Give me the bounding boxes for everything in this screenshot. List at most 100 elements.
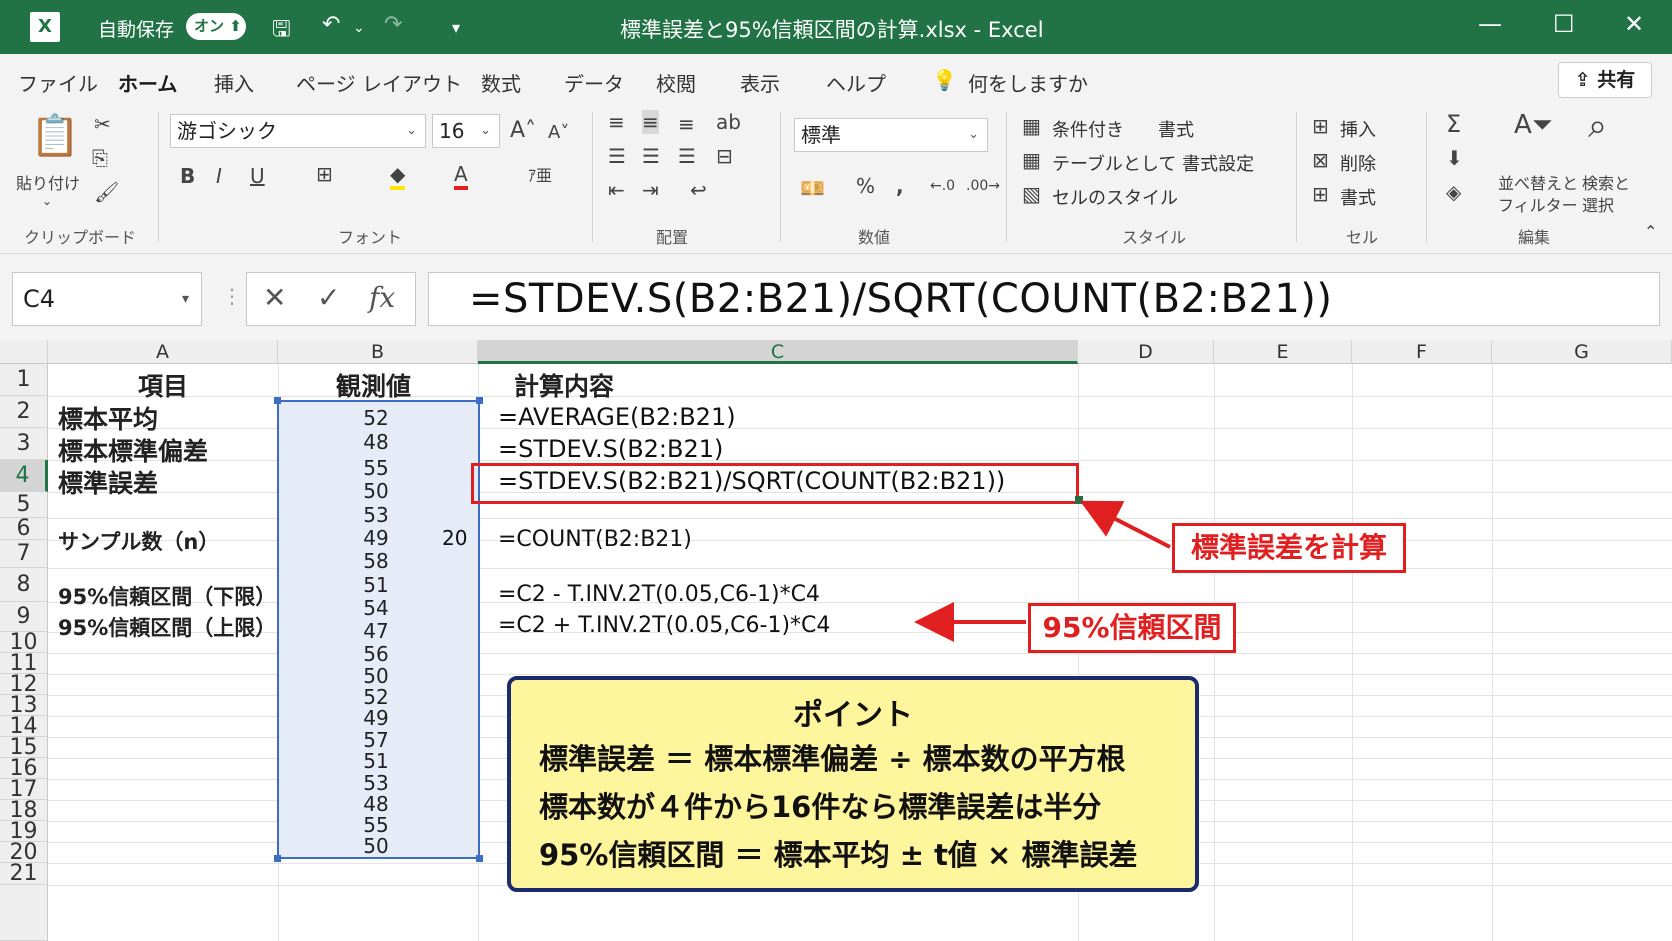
cell-styles-button[interactable]: セルのスタイル <box>1052 184 1178 210</box>
decrease-indent-icon[interactable]: ⇤ <box>608 178 625 202</box>
format-as-table-button[interactable]: テーブルとして 書式設定 <box>1052 150 1254 176</box>
maximize-icon[interactable]: ☐ <box>1553 10 1575 38</box>
percent-icon[interactable]: % <box>856 174 875 198</box>
row-header-21[interactable]: 21 <box>0 863 48 885</box>
name-box[interactable]: C4 ▾ <box>12 272 202 326</box>
cancel-icon[interactable]: ✕ <box>263 281 286 314</box>
enter-check-icon[interactable]: ✓ <box>317 281 340 314</box>
cell-b8[interactable]: 58 <box>300 549 452 573</box>
sort-filter-label-1[interactable]: 並べ替えと <box>1498 170 1578 194</box>
increase-decimal-icon[interactable]: ←.0 <box>930 178 955 194</box>
conditional-format-label[interactable]: 書式 <box>1158 116 1194 142</box>
selection-handle[interactable] <box>274 855 281 862</box>
column-header-d[interactable]: D <box>1078 340 1214 364</box>
align-right-icon[interactable]: ☰ <box>678 144 696 168</box>
delete-cells-button[interactable]: 削除 <box>1340 150 1376 176</box>
row-header-16[interactable]: 16 <box>0 758 48 780</box>
fill-color-icon[interactable]: ◆ <box>390 162 406 190</box>
tab-data[interactable]: データ <box>564 68 624 97</box>
align-middle-icon[interactable]: ≡ <box>642 110 659 134</box>
font-name-combo[interactable]: 游ゴシック ⌄ <box>170 114 426 148</box>
cell-b6[interactable]: 53 <box>300 503 452 527</box>
cell-b2[interactable]: 52 <box>300 406 452 430</box>
row-header-2[interactable]: 2 <box>0 396 48 428</box>
bold-icon[interactable]: B <box>180 164 195 188</box>
row-header-19[interactable]: 19 <box>0 821 48 843</box>
find-select-icon[interactable]: ⌕ <box>1588 106 1607 146</box>
cell-a8[interactable]: 95%信頼区間（下限） <box>58 581 276 611</box>
collapse-ribbon-icon[interactable]: ⌃ <box>1644 222 1657 241</box>
tab-help[interactable]: ヘルプ <box>826 68 886 97</box>
comma-style-icon[interactable]: , <box>896 174 904 198</box>
find-select-label-1[interactable]: 検索と <box>1582 170 1630 194</box>
sort-filter-icon[interactable]: A⏷ <box>1514 110 1553 141</box>
row-header-11[interactable]: 11 <box>0 653 48 675</box>
selection-handle[interactable] <box>476 855 483 862</box>
cell-c6[interactable]: =COUNT(B2:B21) <box>498 527 692 552</box>
cell-a2[interactable]: 標本平均 <box>58 400 158 436</box>
find-select-label-2[interactable]: 選択 <box>1582 192 1614 216</box>
tell-me-search[interactable]: 何をしますか <box>968 68 1088 97</box>
italic-icon[interactable]: I <box>216 164 222 188</box>
increase-indent-icon[interactable]: ⇥ <box>642 178 659 202</box>
column-header-c[interactable]: C <box>478 340 1078 364</box>
select-all-corner[interactable] <box>0 340 48 364</box>
column-header-b[interactable]: B <box>278 340 478 364</box>
row-header-14[interactable]: 14 <box>0 716 48 738</box>
cell-b7[interactable]: 49 <box>300 526 452 550</box>
undo-icon[interactable]: ↶ <box>322 12 340 37</box>
cell-b4[interactable]: 55 <box>300 456 452 480</box>
row-header-8[interactable]: 8 <box>0 568 48 602</box>
cell-a1[interactable]: 項目 <box>138 367 188 403</box>
cell-c1[interactable]: 計算内容 <box>514 367 614 403</box>
fill-icon[interactable]: ⬇ <box>1446 146 1463 170</box>
fill-handle[interactable] <box>1075 496 1083 504</box>
copy-icon[interactable]: ⎘ <box>92 146 108 170</box>
cell-b21[interactable]: 50 <box>300 834 452 858</box>
font-color-icon[interactable]: A <box>454 162 468 190</box>
font-size-combo[interactable]: 16 ⌄ <box>432 114 500 148</box>
tab-view[interactable]: 表示 <box>740 68 780 97</box>
column-header-e[interactable]: E <box>1214 340 1352 364</box>
wrap-text-icon[interactable]: ↩ <box>690 178 707 202</box>
cell-b3[interactable]: 48 <box>300 430 452 454</box>
undo-dropdown-icon[interactable]: ⌄ <box>353 20 365 36</box>
selection-handle[interactable] <box>476 397 483 404</box>
sort-filter-label-2[interactable]: フィルター <box>1498 192 1578 216</box>
row-header-3[interactable]: 3 <box>0 428 48 460</box>
close-icon[interactable]: ✕ <box>1624 10 1644 38</box>
cell-c2[interactable]: =AVERAGE(B2:B21) <box>498 403 736 431</box>
cell-a9[interactable]: 95%信頼区間（上限） <box>58 612 276 642</box>
autosum-icon[interactable]: Σ <box>1446 110 1461 138</box>
decrease-decimal-icon[interactable]: .00→ <box>966 178 1000 194</box>
cell-c3[interactable]: =STDEV.S(B2:B21) <box>498 435 723 463</box>
conditional-formatting-button[interactable]: 条件付き <box>1052 116 1124 142</box>
align-top-icon[interactable]: ≡ <box>608 110 625 134</box>
row-header-13[interactable]: 13 <box>0 695 48 717</box>
orientation-icon[interactable]: ab <box>716 110 741 134</box>
shrink-font-icon[interactable]: A˅ <box>548 122 569 143</box>
formula-bar-grip-icon[interactable]: ⋮ <box>222 284 242 308</box>
number-format-combo[interactable]: 標準 ⌄ <box>794 118 988 152</box>
column-header-g[interactable]: G <box>1492 340 1672 364</box>
cell-b12[interactable]: 56 <box>300 642 452 666</box>
cell-b5[interactable]: 50 <box>300 479 452 503</box>
row-header-17[interactable]: 17 <box>0 779 48 801</box>
column-header-f[interactable]: F <box>1352 340 1492 364</box>
save-icon[interactable]: 🖫 <box>272 12 291 50</box>
row-header-12[interactable]: 12 <box>0 674 48 696</box>
cell-b11[interactable]: 47 <box>300 619 452 643</box>
cell-b10[interactable]: 54 <box>300 596 452 620</box>
cell-a3[interactable]: 標本標準偏差 <box>58 432 208 468</box>
autosave-toggle[interactable]: オン ⬆ <box>186 13 246 40</box>
selection-handle[interactable] <box>274 397 281 404</box>
insert-function-icon[interactable]: fx <box>369 281 395 314</box>
currency-icon[interactable]: 💴 <box>800 176 825 200</box>
paste-icon[interactable]: 📋 <box>30 112 80 159</box>
paste-label[interactable]: 貼り付け <box>16 170 80 194</box>
row-header-4[interactable]: 4 <box>0 460 48 492</box>
row-header-6[interactable]: 6 <box>0 518 48 540</box>
column-header-a[interactable]: A <box>48 340 278 364</box>
underline-icon[interactable]: U <box>250 164 265 188</box>
paste-dropdown-icon[interactable]: ⌄ <box>42 194 52 208</box>
